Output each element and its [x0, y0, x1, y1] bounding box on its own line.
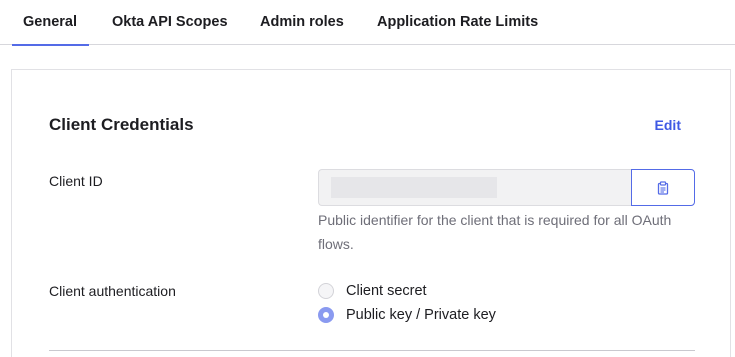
- client-credentials-card: Client Credentials Edit Client ID Public…: [11, 69, 731, 357]
- tab-bar: General Okta API Scopes Admin roles Appl…: [0, 0, 735, 46]
- tab-general[interactable]: General: [12, 0, 89, 46]
- radio-public-private-key[interactable]: Public key / Private key: [318, 305, 496, 325]
- clipboard-icon: [657, 180, 669, 195]
- tab-application-rate-limits[interactable]: Application Rate Limits: [377, 0, 538, 45]
- radio-client-secret[interactable]: Client secret: [318, 281, 427, 301]
- client-authentication-label: Client authentication: [49, 283, 176, 299]
- client-id-field[interactable]: [318, 169, 632, 206]
- radio-unchecked-icon[interactable]: [318, 283, 334, 299]
- edit-button[interactable]: Edit: [655, 117, 681, 133]
- client-id-value-redacted: [331, 177, 497, 198]
- client-id-help-text: Public identifier for the client that is…: [318, 212, 672, 252]
- client-id-label: Client ID: [49, 173, 103, 189]
- radio-public-private-key-label: Public key / Private key: [346, 307, 496, 323]
- radio-checked-icon[interactable]: [318, 307, 334, 323]
- card-title: Client Credentials: [49, 115, 194, 134]
- tab-admin-roles[interactable]: Admin roles: [260, 0, 344, 45]
- tab-okta-api-scopes[interactable]: Okta API Scopes: [112, 0, 228, 45]
- section-divider: [49, 350, 695, 351]
- copy-client-id-button[interactable]: [631, 169, 695, 206]
- radio-client-secret-label: Client secret: [346, 283, 427, 299]
